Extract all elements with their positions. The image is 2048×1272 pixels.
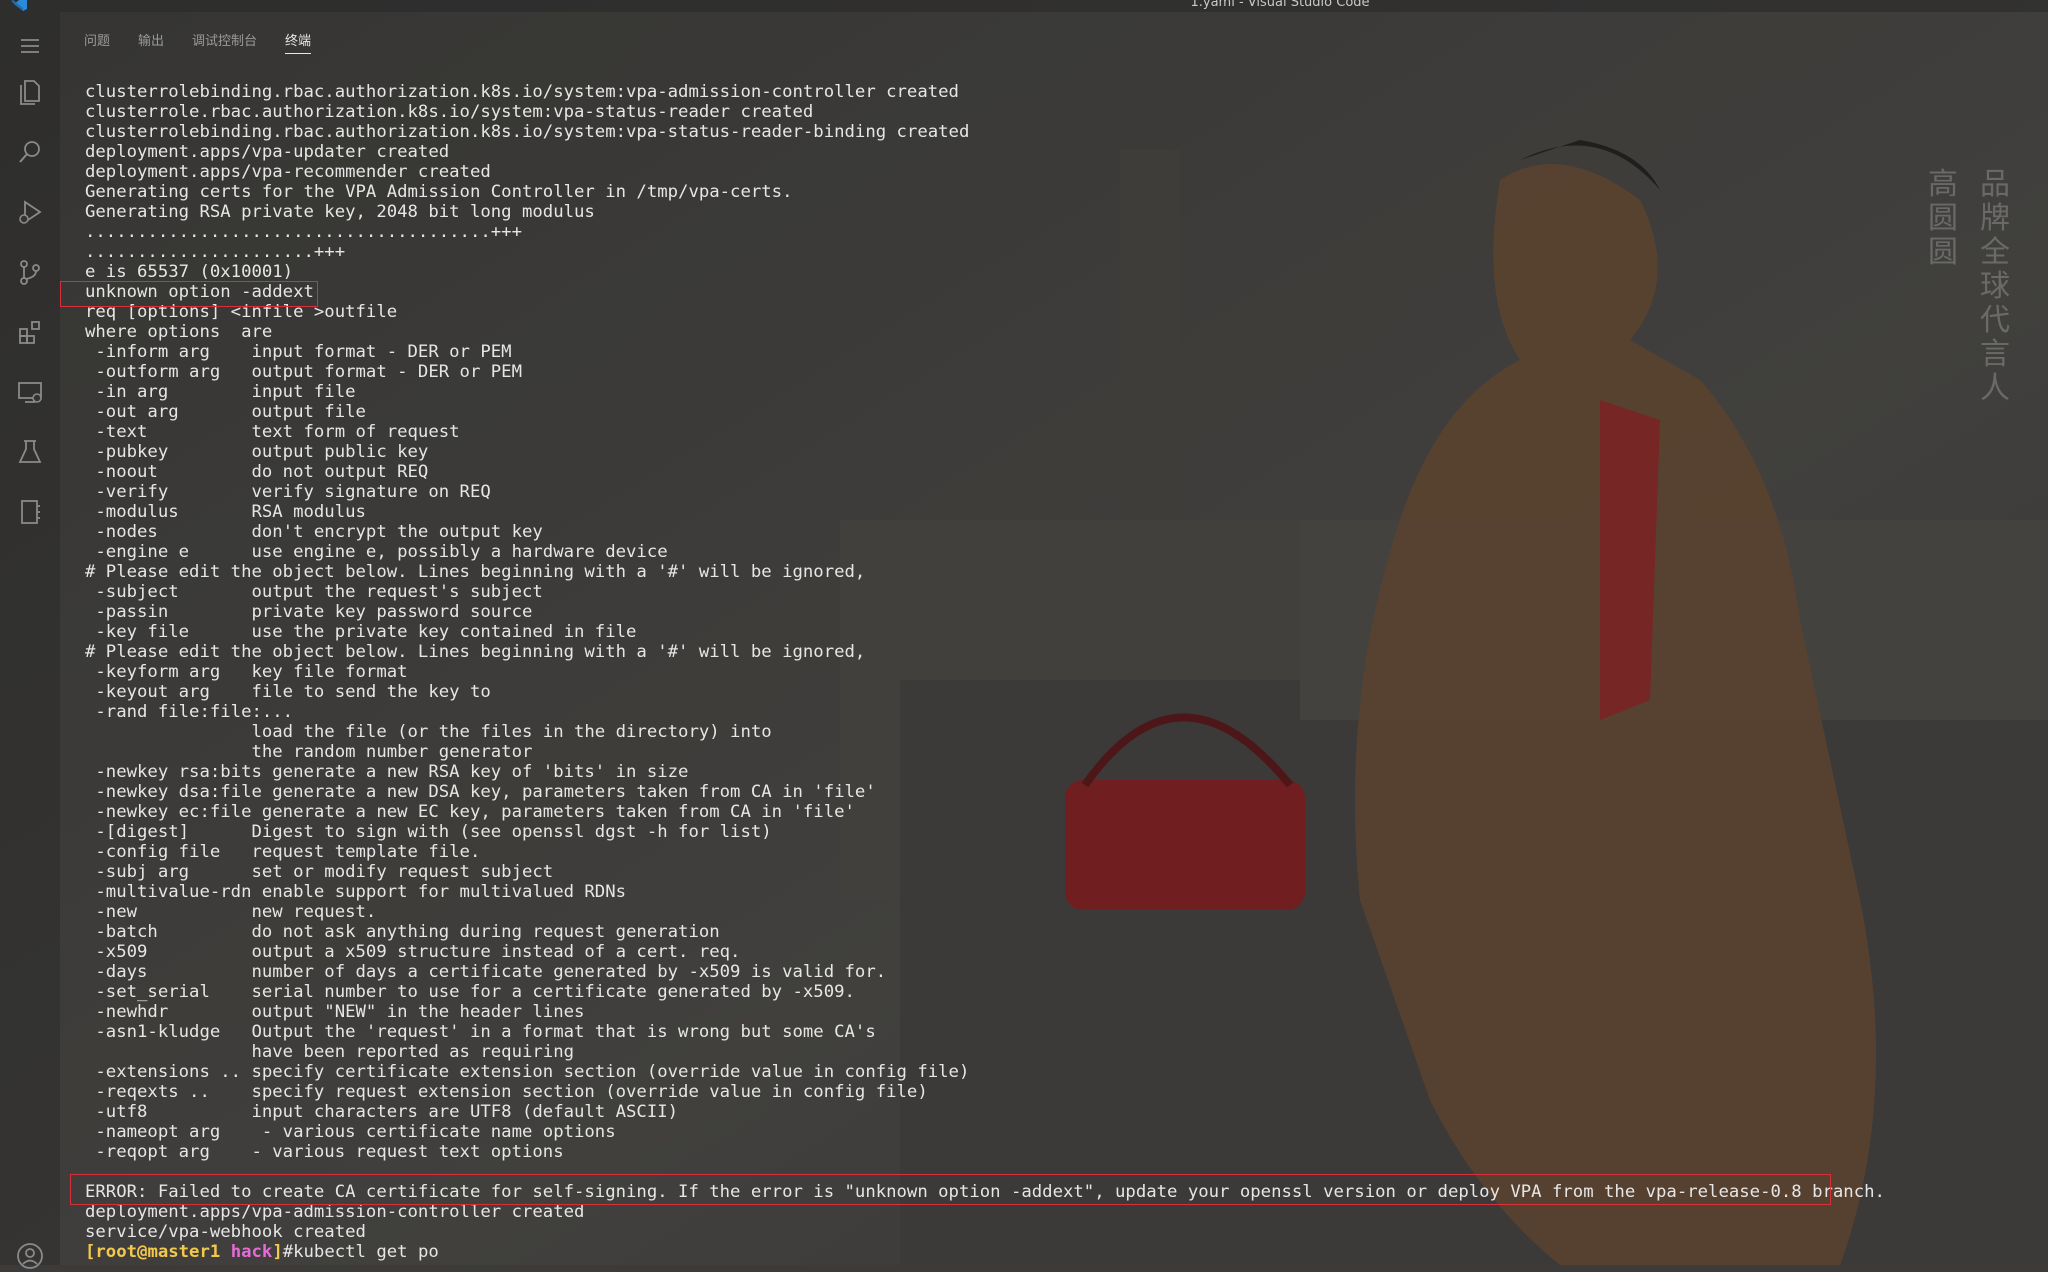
terminal-line: load the file (or the files in the direc… [85, 722, 772, 742]
terminal-line: -batch do not ask anything during reques… [85, 922, 720, 942]
prompt-directory: hack [230, 1242, 273, 1262]
terminal-line: -newkey dsa:file generate a new DSA key,… [85, 782, 876, 802]
terminal-line: where options are [85, 322, 273, 342]
terminal-line: -multivalue-rdn enable support for multi… [85, 882, 627, 902]
terminal-line: .......................................+… [85, 222, 522, 242]
terminal-line: -pubkey output public key [85, 442, 429, 462]
terminal-line: ......................+++ [85, 242, 346, 262]
terminal-line: -passin private key password source [85, 602, 533, 622]
watermark-col2: 高圆圆 [1928, 167, 1958, 270]
prompt-close-bracket: ] [272, 1242, 283, 1262]
prompt-open-bracket: [ [85, 1242, 96, 1262]
terminal-line: -asn1-kludge Output the 'request' in a f… [85, 1022, 876, 1042]
terminal-line: -newkey ec:file generate a new EC key, p… [85, 802, 855, 822]
terminal-line: -keyform arg key file format [85, 662, 408, 682]
terminal-line: -subject output the request's subject [85, 582, 543, 602]
terminal-line: # Please edit the object below. Lines be… [85, 562, 866, 582]
window-title: 1.yaml - Visual Studio Code [1190, 0, 1370, 10]
terminal-line: clusterrole.rbac.authorization.k8s.io/sy… [85, 102, 814, 122]
tab-problems[interactable]: 问题 [84, 32, 110, 54]
prompt-at: @ [137, 1242, 148, 1262]
files-icon[interactable] [14, 76, 46, 108]
terminal-line: e is 65537 (0x10001) [85, 262, 294, 282]
testing-icon[interactable] [14, 436, 46, 468]
terminal-line: -engine e use engine e, possibly a hardw… [85, 542, 668, 562]
terminal-line: # Please edit the object below. Lines be… [85, 642, 866, 662]
run-debug-icon[interactable] [14, 196, 46, 228]
terminal-prompt-line[interactable]: [root@master1 hack]#kubectl get po [85, 1242, 2015, 1262]
terminal-line: -rand file:file:... [85, 702, 294, 722]
terminal-line: deployment.apps/vpa-updater created [85, 142, 450, 162]
terminal-line: ERROR: Failed to create CA certificate f… [85, 1182, 1885, 1202]
terminal-line: -reqexts .. specify request extension se… [85, 1082, 928, 1102]
terminal-line: -key file use the private key contained … [85, 622, 637, 642]
terminal-line: -verify verify signature on REQ [85, 482, 491, 502]
terminal-line: -days number of days a certificate gener… [85, 962, 887, 982]
terminal-line: req [options] <infile >outfile [85, 302, 398, 322]
account-icon[interactable] [14, 1240, 46, 1272]
prompt-user: root [95, 1242, 138, 1262]
terminal-line: -newhdr output "NEW" in the header lines [85, 1002, 585, 1022]
terminal-line: Generating certs for the VPA Admission C… [85, 182, 793, 202]
menu-icon[interactable] [14, 30, 46, 62]
remote-explorer-icon[interactable] [14, 376, 46, 408]
terminal-line: -noout do not output REQ [85, 462, 429, 482]
terminal-line: Generating RSA private key, 2048 bit lon… [85, 202, 595, 222]
prompt-command: kubectl get po [293, 1242, 439, 1262]
terminal-line: -inform arg input format - DER or PEM [85, 342, 512, 362]
terminal-line: clusterrolebinding.rbac.authorization.k8… [85, 122, 970, 142]
terminal-line: clusterrolebinding.rbac.authorization.k8… [85, 82, 959, 102]
prompt-host: master1 [147, 1242, 221, 1262]
terminal-line: -set_serial serial number to use for a c… [85, 982, 855, 1002]
terminal-line: -text text form of request [85, 422, 460, 442]
tab-output[interactable]: 输出 [138, 32, 164, 54]
tab-debug-console[interactable]: 调试控制台 [192, 32, 257, 54]
terminal-line: -reqopt arg - various request text optio… [85, 1142, 564, 1162]
terminal-line: the random number generator [85, 742, 533, 762]
terminal-line: have been reported as requiring [85, 1042, 574, 1062]
terminal-line: deployment.apps/vpa-recommender created [85, 162, 491, 182]
terminal-line: -nodes don't encrypt the output key [85, 522, 543, 542]
notebook-icon[interactable] [14, 496, 46, 528]
terminal-line: -out arg output file [85, 402, 366, 422]
title-bar: 1.yaml - Visual Studio Code [0, 0, 2048, 12]
search-icon[interactable] [14, 136, 46, 168]
terminal-line: -subj arg set or modify request subject [85, 862, 554, 882]
terminal-line: -config file request template file. [85, 842, 481, 862]
terminal-line: -x509 output a x509 structure instead of… [85, 942, 741, 962]
source-control-icon[interactable] [14, 256, 46, 288]
tab-terminal[interactable]: 终端 [285, 32, 312, 54]
terminal-line: deployment.apps/vpa-admission-controller… [85, 1202, 585, 1222]
activity-bar [0, 12, 60, 1269]
terminal-output[interactable]: clusterrolebinding.rbac.authorization.k8… [85, 82, 2015, 1262]
terminal-line: -new new request. [85, 902, 377, 922]
terminal-line: -newkey rsa:bits generate a new RSA key … [85, 762, 689, 782]
panel-tabs: 问题 输出 调试控制台 终端 [84, 32, 312, 54]
terminal-line: -extensions .. specify certificate exten… [85, 1062, 970, 1082]
watermark-col1: 品牌全球代言人 [1980, 167, 2010, 406]
terminal-line: -keyout arg file to send the key to [85, 682, 491, 702]
prompt-hash: # [282, 1242, 294, 1262]
terminal-line: -[digest] Digest to sign with (see opens… [85, 822, 772, 842]
terminal-line: -modulus RSA modulus [85, 502, 366, 522]
terminal-line: service/vpa-webhook created [85, 1222, 366, 1242]
terminal-line: -in arg input file [85, 382, 356, 402]
terminal-line: unknown option -addext [85, 282, 314, 302]
extensions-icon[interactable] [14, 316, 46, 348]
terminal-line: -nameopt arg - various certificate name … [85, 1122, 616, 1142]
terminal-line: -utf8 input characters are UTF8 (default… [85, 1102, 679, 1122]
terminal-line: -outform arg output format - DER or PEM [85, 362, 522, 382]
